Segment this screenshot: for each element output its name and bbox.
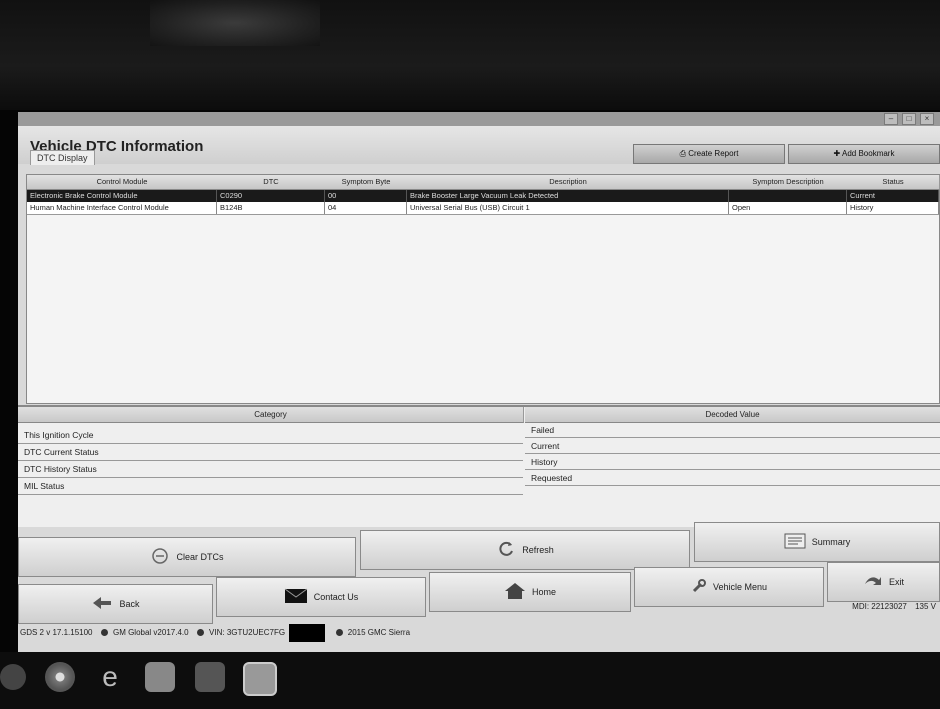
decoded-value: Current [525,438,940,454]
exit-arrow-icon [863,574,883,590]
minimize-icon[interactable]: – [884,113,898,125]
status-bar: GDS 2 v 17.1.15100 GM Global v2017.4.0 V… [18,622,940,644]
vin-text: VIN: 3GTU2UEC7FG [209,628,286,637]
cell-control-module: Human Machine Interface Control Module [27,202,217,214]
chrome-icon[interactable] [45,662,75,692]
table-row[interactable]: Electronic Brake Control Module C0290 00… [27,190,939,202]
summary-button[interactable]: Summary [694,522,940,562]
refresh-icon [496,540,516,560]
column-header-symptom-byte[interactable]: Symptom Byte [325,175,408,190]
column-header-control-module[interactable]: Control Module [27,175,218,190]
status-dot-icon [335,629,343,637]
column-header-status[interactable]: Status [847,175,940,190]
window-titlebar [18,112,940,126]
back-arrow-icon [91,596,113,612]
column-header-symptom-description[interactable]: Symptom Description [729,175,848,190]
cell-status: History [847,202,939,214]
cell-description: Universal Serial Bus (USB) Circuit 1 [407,202,729,214]
clear-icon [150,547,170,567]
mdi-extra: 135 V [915,602,936,611]
envelope-icon [284,588,308,606]
cell-control-module: Electronic Brake Control Module [27,190,217,202]
table-row[interactable]: Human Machine Interface Control Module B… [27,202,939,215]
cell-symptom-byte: 04 [325,202,407,214]
status-dot-icon [196,629,204,637]
vehicle-menu-label: Vehicle Menu [712,582,768,592]
refresh-button[interactable]: Refresh [360,530,690,570]
contact-us-label: Contact Us [313,592,359,602]
add-bookmark-label: Add Bookmark [842,149,895,158]
cell-symptom-description [729,190,847,202]
tab-dtc-display[interactable]: DTC Display [30,150,95,165]
decoded-value: History [525,454,940,470]
decoded-value: Requested [525,470,940,486]
home-label: Home [531,587,556,597]
add-bookmark-button[interactable]: ✚ Add Bookmark [788,144,940,164]
global-version: GM Global v2017.4.0 [112,628,189,637]
cell-description: Brake Booster Large Vacuum Leak Detected [407,190,729,202]
category-label: This Ignition Cycle [18,427,523,444]
printer-icon: ⎙ [679,149,689,158]
vehicle-text: 2015 GMC Sierra [347,628,411,637]
back-label: Back [119,599,140,609]
cell-dtc: B124B [217,202,325,214]
wrench-icon [691,578,707,596]
media-player-icon[interactable] [195,662,225,692]
cell-symptom-byte: 00 [325,190,407,202]
cell-status: Current [847,190,939,202]
back-button[interactable]: Back [18,584,213,624]
summary-icon [784,532,806,552]
close-icon[interactable]: × [920,113,934,125]
software-version: GDS 2 v 17.1.15100 [20,628,93,637]
app-header: Vehicle DTC Information ⎙ Create Report … [18,126,940,164]
create-report-label: Create Report [688,149,739,158]
monitor-bezel [0,0,940,110]
gds-window: – □ × Vehicle DTC Information ⎙ Create R… [18,112,940,652]
clear-dtcs-label: Clear DTCs [176,552,224,562]
status-dot-icon [100,629,108,637]
vehicle-menu-button[interactable]: Vehicle Menu [634,567,824,607]
home-button[interactable]: Home [429,572,631,612]
exit-label: Exit [888,577,904,587]
file-explorer-icon[interactable] [145,662,175,692]
window-controls: – □ × [884,113,934,125]
category-label: MIL Status [18,478,523,495]
gds2-app-icon[interactable] [243,662,277,696]
category-label: DTC History Status [18,461,523,478]
category-label: DTC Current Status [18,444,523,461]
start-button-icon[interactable] [0,664,26,690]
maximize-icon[interactable]: □ [902,113,916,125]
summary-label: Summary [811,537,851,547]
column-header-description[interactable]: Description [407,175,730,190]
refresh-label: Refresh [522,545,554,555]
cell-symptom-description: Open [729,202,847,214]
home-icon [504,582,526,602]
column-header-decoded-value: Decoded Value [525,407,940,423]
internet-explorer-icon[interactable]: e [95,662,125,692]
clear-dtcs-button[interactable]: Clear DTCs [18,537,356,577]
mdi-status: MDI: 22123027 135 V [852,602,936,611]
os-taskbar: e [0,652,940,709]
exit-button[interactable]: Exit [827,562,940,602]
column-header-category: Category [18,407,524,423]
cell-dtc: C0290 [217,190,325,202]
background-object [150,0,320,46]
redaction-block [289,623,326,642]
decode-table: Category Decoded Value This Ignition Cyc… [18,405,940,527]
bookmark-icon: ✚ [833,149,842,158]
create-report-button[interactable]: ⎙ Create Report [633,144,785,164]
dtc-table: Control Module DTC Symptom Byte Descript… [26,174,940,404]
contact-us-button[interactable]: Contact Us [216,577,426,617]
column-header-dtc[interactable]: DTC [217,175,326,190]
decoded-value: Failed [525,422,940,438]
mdi-id: MDI: 22123027 [852,602,907,611]
